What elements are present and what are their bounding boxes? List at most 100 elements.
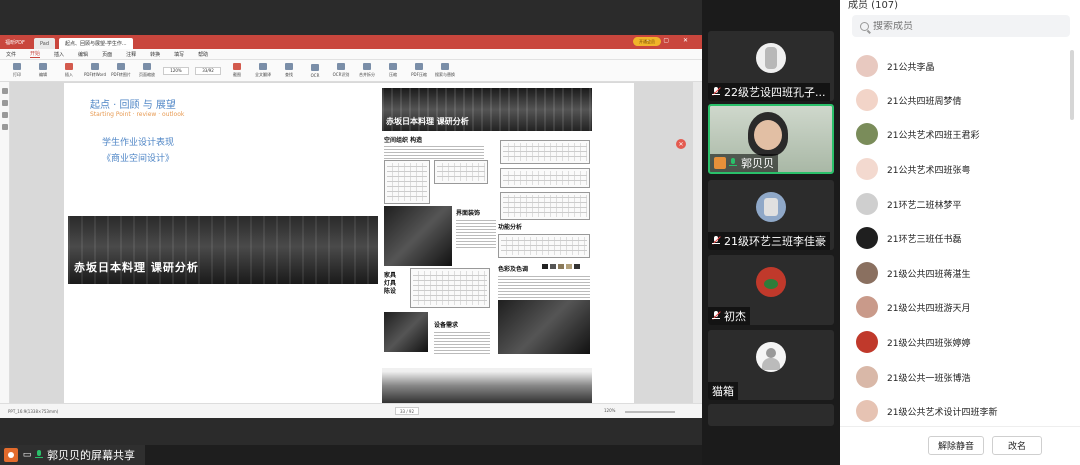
member-item[interactable]: 21级公共一班张博浩	[856, 364, 970, 390]
edit-icon	[39, 63, 47, 70]
interior-render-1	[384, 206, 452, 266]
close-icon[interactable]: ✕	[676, 139, 686, 149]
member-item[interactable]: 21公共艺术四班王君彩	[856, 121, 979, 147]
menu-help[interactable]: 帮助	[198, 51, 208, 58]
avatar	[856, 400, 878, 422]
status-page-input[interactable]: 33 / 92	[395, 407, 419, 415]
menu-home[interactable]: 开始	[30, 50, 41, 58]
section-space: 空间组织 构造	[384, 137, 423, 144]
member-item[interactable]: 21环艺二班林梦平	[856, 191, 961, 217]
elevation-3	[500, 192, 590, 220]
page-input[interactable]: 33/92	[195, 66, 221, 75]
video-tile[interactable]: 猫箱	[708, 330, 834, 400]
avatar	[856, 227, 878, 249]
member-item[interactable]: 21级公共四班张婷婷	[856, 329, 970, 355]
mic-icon	[35, 450, 44, 460]
menu-page[interactable]: 页面	[102, 51, 112, 58]
search-replace-tool[interactable]: 搜索与替换	[432, 61, 458, 81]
edit-tool[interactable]: 编辑	[30, 61, 56, 81]
mic-active-icon	[729, 158, 738, 168]
print-tool[interactable]: 打印	[4, 61, 30, 81]
translate-tool[interactable]: 全文翻译	[250, 61, 276, 81]
merge-split-tool[interactable]: 合并拆分	[354, 61, 380, 81]
text-block	[384, 145, 484, 159]
search-input[interactable]	[873, 20, 1053, 32]
pdf-to-image-tool[interactable]: PDF转图片	[108, 61, 134, 81]
app-logo: 福昕PDF	[5, 39, 25, 46]
pdf-compress-tool[interactable]: PDF压缩	[406, 61, 432, 81]
menu-insert[interactable]: 插入	[54, 51, 64, 58]
zoom-input[interactable]: 120%	[163, 66, 189, 75]
vertical-scrollbar[interactable]	[693, 82, 702, 403]
plan-detail	[434, 160, 488, 184]
video-tile-active[interactable]: 郭贝贝	[708, 104, 834, 174]
ocr-tool[interactable]: OCR	[302, 61, 328, 81]
rename-button[interactable]: 改名	[992, 436, 1042, 455]
member-list-scrollbar[interactable]	[1070, 50, 1074, 120]
merge-icon	[363, 63, 371, 70]
member-item[interactable]: 21级公共四班蒋湛生	[856, 260, 970, 286]
document-canvas[interactable]: 起点 · 回顾 与 展望 Starting Point · review · o…	[10, 82, 693, 403]
pdf-compress-icon	[415, 63, 423, 70]
video-tile[interactable]: 初杰	[708, 255, 834, 325]
avatar	[856, 262, 878, 284]
compress-tool[interactable]: 压缩	[380, 61, 406, 81]
video-column: 22级艺设四班孔子... 郭贝贝 21级环艺三班李佳豪 初杰 猫箱	[702, 0, 840, 465]
ocr-icon	[311, 63, 319, 71]
participant-avatar	[756, 267, 786, 297]
member-search[interactable]	[852, 15, 1070, 37]
ocr-recognize-tool[interactable]: OCR识别	[328, 61, 354, 81]
avatar	[856, 366, 878, 388]
translate-icon	[259, 63, 267, 70]
user-avatar	[4, 448, 18, 462]
attachment-icon[interactable]	[2, 124, 8, 130]
bookmark-icon[interactable]	[2, 100, 8, 106]
member-item[interactable]: 21级公共四班游天月	[856, 294, 970, 320]
section-furniture: 家具 灯具 陈设	[384, 272, 397, 295]
video-tile[interactable]: 22级艺设四班孔子...	[708, 31, 834, 101]
avatar	[856, 158, 878, 180]
word-icon	[91, 63, 99, 70]
insert-tool[interactable]: 插入	[56, 61, 82, 81]
member-item[interactable]: 21环艺三班任书磊	[856, 225, 961, 251]
menu-edit[interactable]: 编辑	[78, 51, 88, 58]
status-zoom-label: 120%	[604, 408, 616, 413]
tab-document[interactable]: 起点、回顾与展望-学生作...	[59, 38, 133, 49]
mic-muted-icon	[712, 236, 721, 246]
find-tool[interactable]: 查找	[276, 61, 302, 81]
image-icon	[117, 63, 125, 70]
member-item[interactable]: 21公共李晶	[856, 53, 934, 79]
page-title: 起点 · 回顾 与 展望	[90, 100, 176, 111]
window-controls[interactable]: – ▢ ✕	[646, 37, 694, 44]
screen-icon: ▭	[22, 450, 32, 460]
video-tile[interactable]	[708, 404, 834, 426]
menu-file[interactable]: 文件	[6, 51, 16, 58]
page-zoom-tool[interactable]: 页面缩放	[134, 61, 160, 81]
pdf-to-word-tool[interactable]: PDF转Word	[82, 61, 108, 81]
member-item[interactable]: 21公共四班周梦倩	[856, 87, 961, 113]
compress-icon	[389, 63, 397, 70]
zoom-slider[interactable]	[625, 411, 675, 413]
ocr-recognize-icon	[337, 63, 345, 70]
menu-fill[interactable]: 填写	[174, 51, 184, 58]
screenshot-tool[interactable]: 截图	[224, 61, 250, 81]
avatar	[856, 331, 878, 353]
page-subtitle: Starting Point · review · outlook	[90, 111, 185, 118]
menu-comment[interactable]: 注释	[126, 51, 136, 58]
pdf-sidebar	[0, 82, 10, 403]
thumbnail-icon[interactable]	[2, 88, 8, 94]
pdf-page: 起点 · 回顾 与 展望 Starting Point · review · o…	[64, 83, 634, 403]
member-item[interactable]: 21公共艺术四班张粤	[856, 156, 970, 182]
panel-title: 成员 (107)	[848, 0, 899, 11]
member-item[interactable]: 21级公共艺术设计四班李新	[856, 398, 997, 424]
tab-pad[interactable]: Pad	[34, 38, 56, 49]
avatar	[856, 296, 878, 318]
interior-render-2	[498, 300, 590, 354]
video-tile[interactable]: 21级环艺三班李佳豪	[708, 180, 834, 250]
menu-convert[interactable]: 转换	[150, 51, 160, 58]
pdf-menu-bar: 文件 开始 插入 编辑 页面 注释 转换 填写 帮助	[0, 49, 702, 60]
course-name: 《商业空间设计》	[102, 154, 175, 164]
text-block	[434, 332, 490, 354]
unmute-all-button[interactable]: 解除静音	[928, 436, 984, 455]
comment-icon[interactable]	[2, 112, 8, 118]
